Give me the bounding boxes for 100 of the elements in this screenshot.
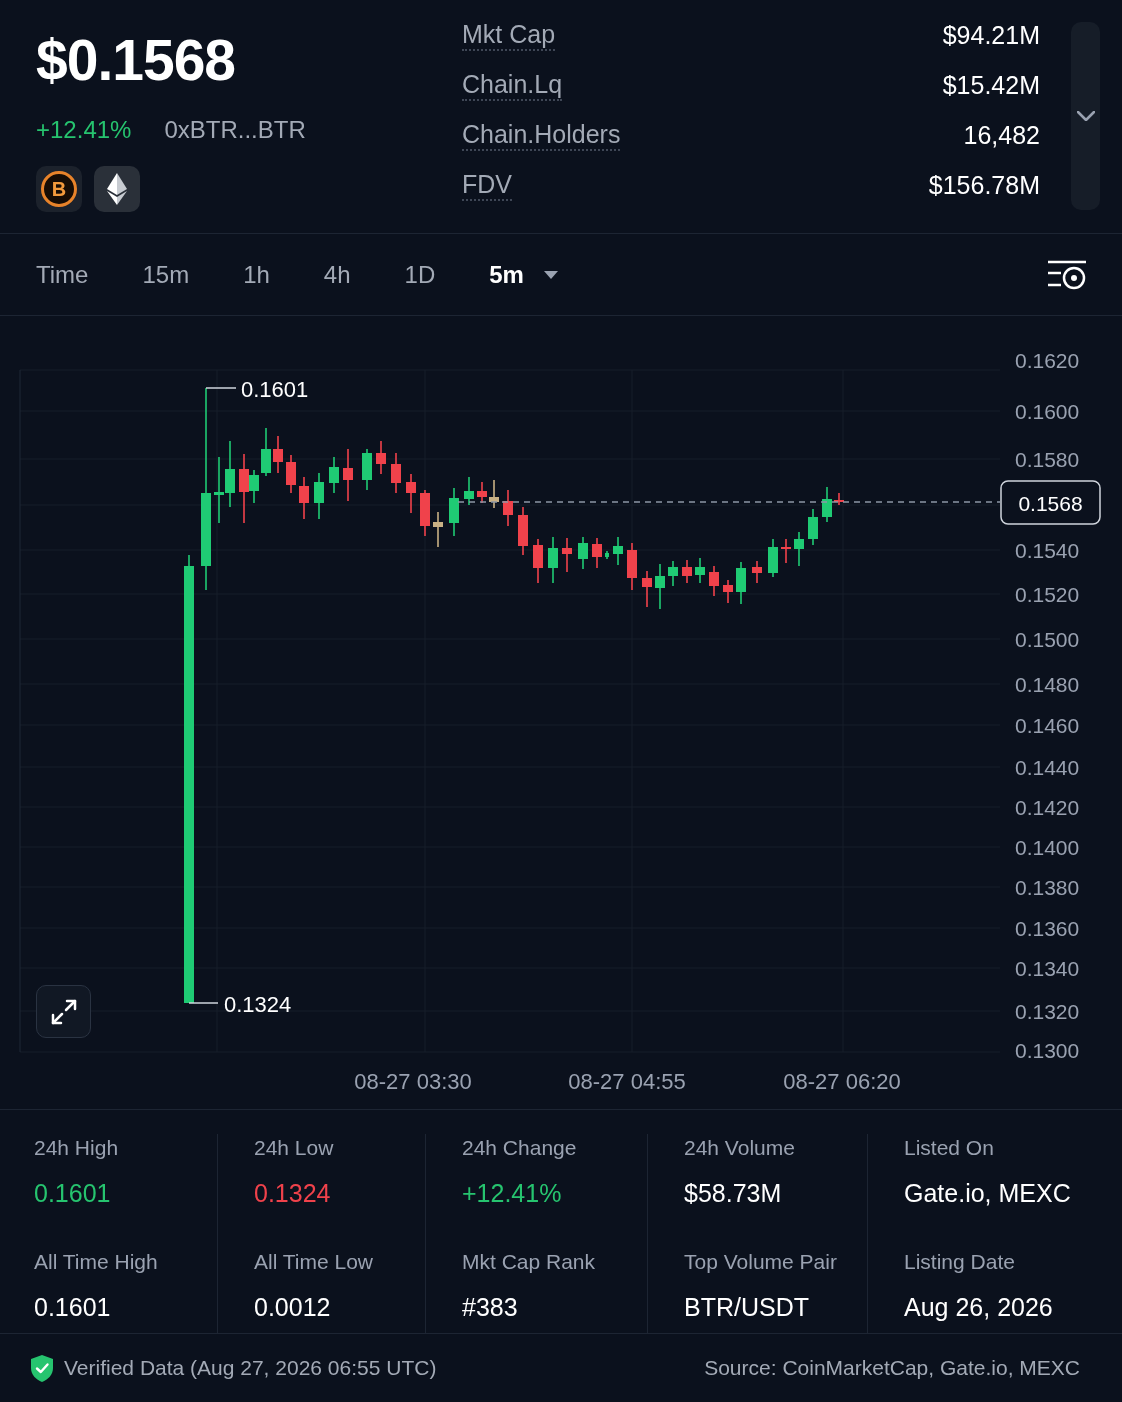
axis-label: 0.1300 xyxy=(1015,1038,1080,1062)
candle xyxy=(464,476,474,506)
candle xyxy=(808,508,818,546)
stat-label: Top Volume Pair xyxy=(684,1248,838,1275)
stat-label: Listed On xyxy=(904,1135,995,1161)
stat-label: 24h Low xyxy=(254,1135,335,1161)
price-change: +12.41% xyxy=(36,115,132,145)
verified-note: Verified Data (Aug 27, 2026 06:55 UTC) xyxy=(64,1355,437,1382)
metric-value: $156.78M xyxy=(928,170,1040,200)
stat-value: Aug 26, 2026 xyxy=(904,1291,1054,1322)
candle xyxy=(781,538,791,564)
candle xyxy=(736,561,746,605)
stat-value: Gate.io, MEXC xyxy=(904,1178,1072,1208)
axis-label: 0.1500 xyxy=(1015,627,1080,651)
axis-label: 0.1580 xyxy=(1015,447,1080,471)
axis-label: 0.1440 xyxy=(1015,755,1080,779)
candle xyxy=(605,550,609,560)
stat-value: BTR/USDT xyxy=(684,1291,810,1322)
candle xyxy=(548,536,558,584)
metric-label: FDV xyxy=(462,169,512,201)
price-value: $0.1568 xyxy=(36,28,237,92)
stat-value: 0.1601 xyxy=(34,1178,112,1208)
fullscreen-button[interactable] xyxy=(36,985,91,1038)
price-tag: 0.1568 xyxy=(1000,480,1101,525)
candle xyxy=(668,560,678,587)
coin-logo: B xyxy=(36,166,82,212)
axis-label: 0.1520 xyxy=(1015,582,1080,606)
timeframe-tab[interactable]: 4h xyxy=(323,259,351,290)
timeframe-tab[interactable]: 1D xyxy=(404,259,436,290)
candle xyxy=(752,560,762,584)
stat-label: All Time Low xyxy=(254,1248,375,1275)
expand-icon xyxy=(49,997,78,1026)
candle xyxy=(655,563,665,610)
candle xyxy=(343,448,353,502)
candle xyxy=(214,456,224,524)
candle xyxy=(709,565,719,597)
candle xyxy=(518,506,528,556)
stat-value: 0.1601 xyxy=(34,1291,112,1322)
stat-value: 0.1324 xyxy=(254,1178,332,1208)
candle xyxy=(477,481,487,504)
contract-address: 0xBTR...BTR xyxy=(164,115,306,145)
axis-label: 08-27 04:55 xyxy=(568,1068,686,1094)
timeframe-tab[interactable]: 1h xyxy=(243,259,270,290)
timeframe-tab[interactable]: 15m xyxy=(142,259,190,290)
candle xyxy=(834,492,844,506)
axis-label: 0.1460 xyxy=(1015,713,1080,737)
candle xyxy=(329,456,339,494)
stat-value: #383 xyxy=(462,1291,519,1322)
candle xyxy=(273,435,283,474)
metric-label: Mkt Cap xyxy=(462,19,556,51)
timeframe-tab[interactable]: 5m xyxy=(489,259,558,290)
axis-label: 0.1380 xyxy=(1015,875,1080,899)
candle xyxy=(261,427,271,477)
list-circle-icon[interactable] xyxy=(1048,259,1086,290)
candle xyxy=(794,531,804,567)
stat-label: 24h Volume xyxy=(684,1135,796,1161)
candle xyxy=(362,448,372,491)
axis-label: 0.1620 xyxy=(1015,348,1080,372)
metric-value: $94.21M xyxy=(942,20,1040,50)
axis-label: 0.1600 xyxy=(1015,399,1080,423)
candle xyxy=(420,489,430,537)
stat-label: Listing Date xyxy=(904,1248,1016,1275)
candle xyxy=(406,473,416,514)
source-note: Source: CoinMarketCap, Gate.io, MEXC xyxy=(704,1355,1080,1382)
candle xyxy=(286,454,296,494)
candle xyxy=(642,570,652,608)
stat-value: +12.41% xyxy=(462,1178,563,1208)
metric-value: 16,482 xyxy=(963,120,1040,150)
axis-label: 0.1540 xyxy=(1015,538,1080,562)
candle xyxy=(822,486,832,523)
high-price-label: 0.1601 xyxy=(241,376,309,402)
candle xyxy=(299,476,309,520)
axis-label: 0.1360 xyxy=(1015,916,1080,940)
candle xyxy=(391,452,401,494)
axis-label: 0.1400 xyxy=(1015,835,1080,859)
caret-down-icon xyxy=(543,270,558,279)
candle xyxy=(682,559,692,584)
candle xyxy=(376,440,386,475)
axis-label: 0.1320 xyxy=(1015,999,1080,1023)
candle xyxy=(314,472,324,520)
candle xyxy=(225,440,235,508)
candle xyxy=(433,511,443,548)
candle xyxy=(695,557,705,584)
axis-label: 0.1480 xyxy=(1015,672,1080,696)
candle xyxy=(592,537,602,569)
candle xyxy=(489,479,499,509)
stat-value: $58.73M xyxy=(684,1178,783,1208)
axis-label: 08-27 06:20 xyxy=(783,1068,901,1094)
axis-label: 08-27 03:30 xyxy=(354,1068,472,1094)
shield-check-icon xyxy=(31,1354,53,1382)
axis-label: 0.1340 xyxy=(1015,956,1080,980)
metric-value: $15.42M xyxy=(942,70,1040,100)
metric-label: Chain.Lq xyxy=(462,69,563,101)
stat-label: All Time High xyxy=(34,1248,159,1275)
candle xyxy=(562,537,572,573)
candle xyxy=(503,489,513,527)
timeframe-tab[interactable]: Time xyxy=(36,259,89,290)
leader-line xyxy=(205,387,237,389)
candle xyxy=(449,487,459,537)
metric-label: Chain.Holders xyxy=(462,119,621,151)
